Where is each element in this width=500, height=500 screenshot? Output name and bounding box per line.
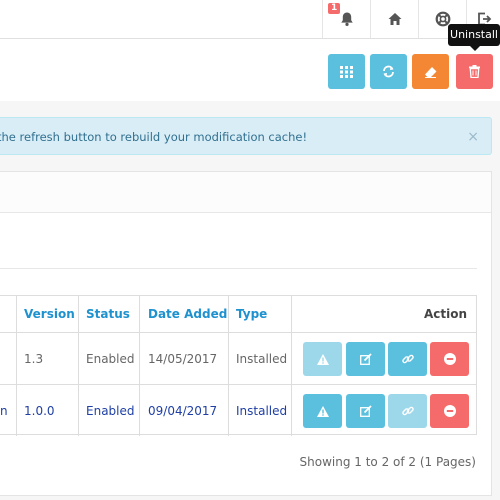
disable-button[interactable]	[430, 342, 469, 376]
home-icon	[388, 13, 401, 25]
table-row: n 1.0.0 Enabled 09/04/2017 Installed	[0, 384, 477, 436]
modifications-table: Version Status Date Added Type Action 1.…	[0, 295, 477, 436]
modifications-panel: Version Status Date Added Type Action 1.…	[0, 171, 492, 496]
cell-type: Installed	[236, 403, 288, 418]
table-row: 1.3 Enabled 14/05/2017 Installed	[0, 332, 477, 384]
filter-button[interactable]	[328, 54, 365, 89]
cell-version: 1.0.0	[24, 403, 55, 418]
column-header-action: Action	[423, 307, 467, 321]
refresh-button[interactable]	[370, 54, 407, 89]
cell-status: Enabled	[86, 351, 135, 366]
edit-button[interactable]	[346, 394, 385, 428]
notifications-button[interactable]: 1	[322, 0, 370, 38]
warning-icon	[316, 405, 329, 417]
uninstall-tooltip: Uninstall	[448, 24, 500, 51]
info-button[interactable]	[303, 394, 342, 428]
cell-version: 1.3	[24, 351, 44, 366]
cell-date-added: 09/04/2017	[148, 403, 218, 418]
home-button[interactable]	[370, 0, 418, 38]
cell-status: Enabled	[86, 403, 135, 418]
alert-text: the refresh button to rebuild your modif…	[0, 130, 308, 144]
warning-icon	[316, 353, 329, 365]
panel-divider	[0, 268, 477, 269]
edit-button[interactable]	[346, 342, 385, 376]
link-button[interactable]	[388, 394, 427, 428]
column-header-status[interactable]: Status	[86, 296, 130, 332]
column-header-version[interactable]: Version	[24, 296, 75, 332]
refresh-icon	[383, 65, 394, 78]
link-icon	[401, 354, 414, 364]
cell-name: n	[0, 403, 8, 418]
alert-close-button[interactable]: ×	[467, 118, 479, 156]
minus-circle-icon	[443, 353, 456, 365]
clear-button[interactable]	[412, 54, 449, 89]
notification-badge: 1	[328, 3, 341, 14]
trash-icon	[469, 65, 480, 78]
column-header-date-added[interactable]: Date Added	[148, 296, 227, 332]
pagination-text: Showing 1 to 2 of 2 (1 Pages)	[299, 455, 476, 469]
filter-icon	[340, 65, 353, 78]
cell-type: Installed	[236, 351, 288, 366]
disable-button[interactable]	[430, 394, 469, 428]
edit-icon	[359, 353, 372, 365]
panel-heading	[0, 172, 491, 213]
column-header-type[interactable]: Type	[236, 296, 267, 332]
cell-date-added: 14/05/2017	[148, 351, 218, 366]
minus-circle-icon	[443, 405, 456, 417]
uninstall-button[interactable]	[456, 54, 493, 89]
table-header-row: Version Status Date Added Type Action	[0, 296, 477, 332]
bell-icon	[340, 12, 353, 26]
top-navbar: 1	[0, 0, 500, 39]
edit-icon	[359, 405, 372, 417]
link-icon	[401, 406, 414, 416]
info-alert: the refresh button to rebuild your modif…	[0, 117, 492, 155]
link-button[interactable]	[388, 342, 427, 376]
eraser-icon	[425, 66, 437, 78]
info-button[interactable]	[303, 342, 342, 376]
